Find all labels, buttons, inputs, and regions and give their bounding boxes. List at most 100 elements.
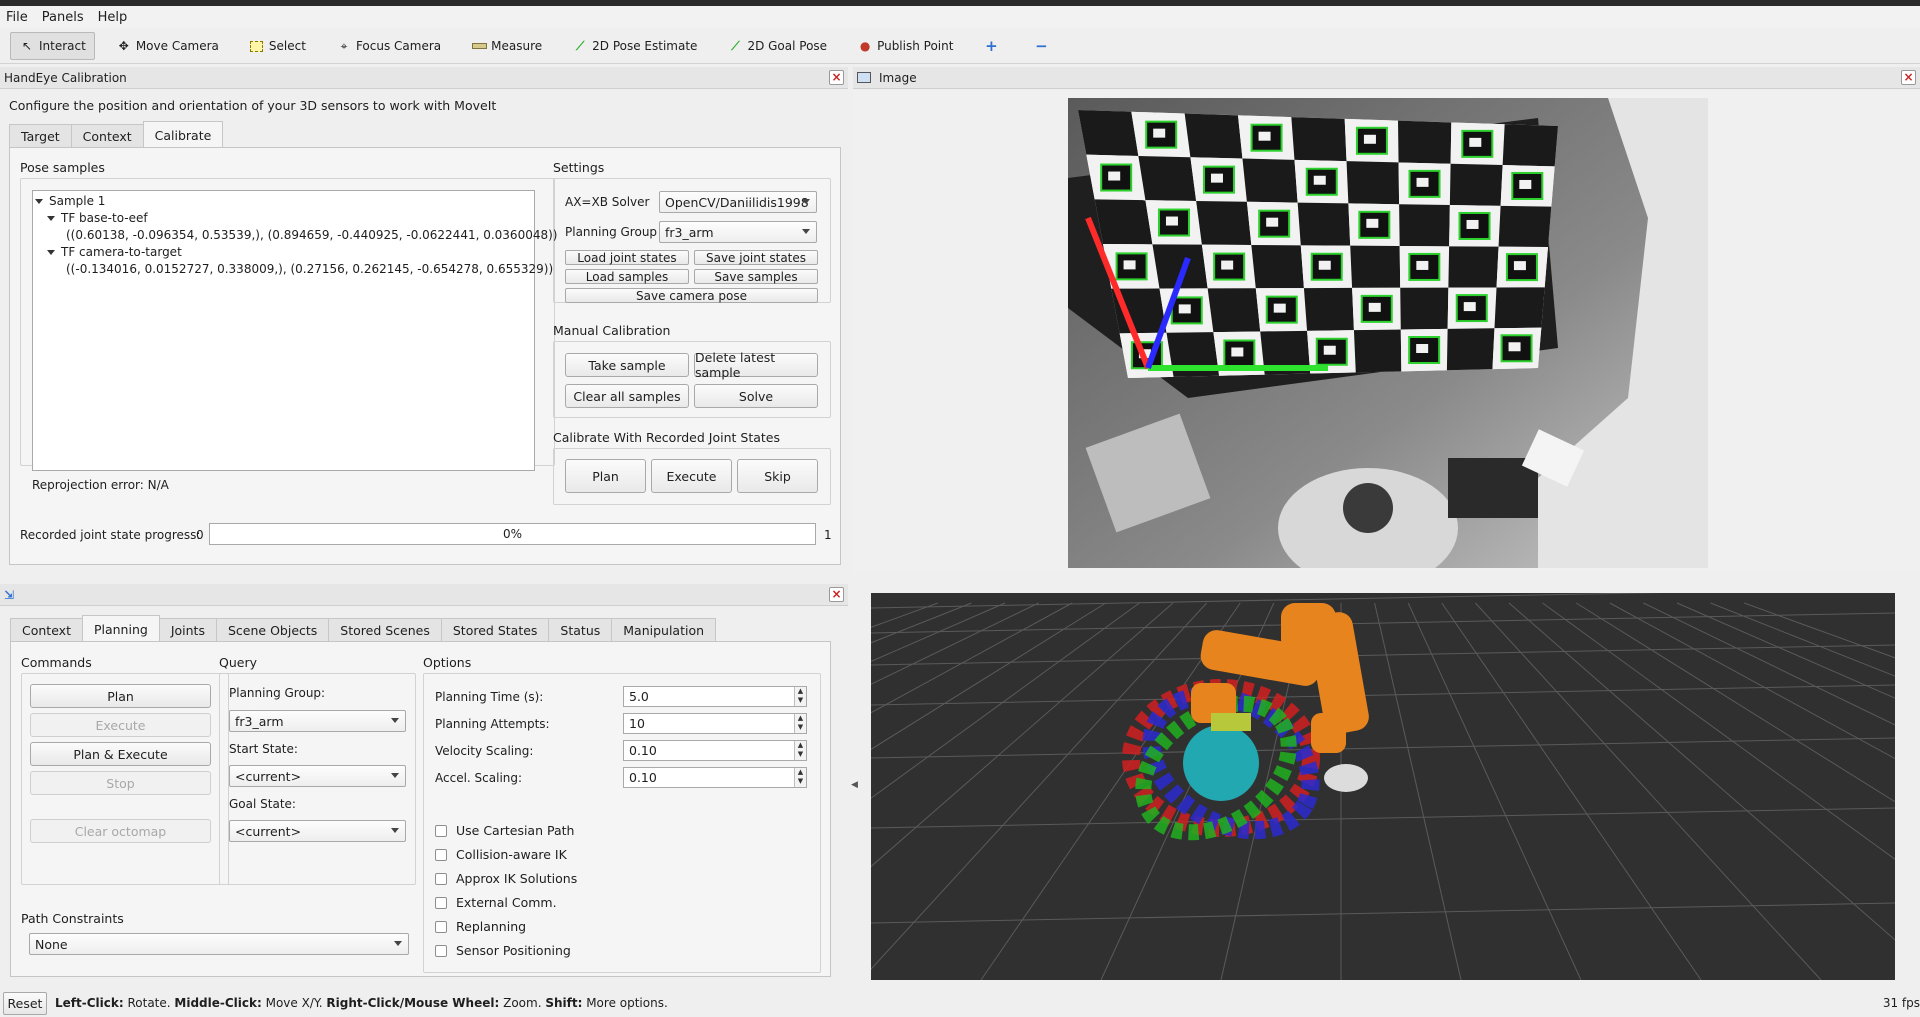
interact-tool[interactable]: ↖ Interact [10, 31, 95, 60]
solver-label: AX=XB Solver [565, 195, 650, 209]
tab-stored-scenes[interactable]: Stored Scenes [328, 618, 442, 642]
query-planning-group-select[interactable]: fr3_arm [229, 710, 406, 732]
approx-ik-checkbox[interactable]: Approx IK Solutions [435, 871, 577, 886]
use-cartesian-path-checkbox[interactable]: Use Cartesian Path [435, 823, 574, 838]
aruco-marker-pattern [1318, 260, 1331, 270]
plan-button[interactable]: Plan [30, 684, 211, 708]
sensor-positioning-checkbox[interactable]: Sensor Positioning [435, 943, 571, 958]
path-constraints-label: Path Constraints [21, 911, 124, 926]
goal-pose-tool[interactable]: ⟋ 2D Goal Pose [718, 32, 836, 60]
checker-square [1242, 158, 1298, 203]
stepper-icon[interactable]: ▲ ▼ [794, 741, 806, 760]
aruco-marker-pattern [1258, 131, 1271, 141]
goal-state-select[interactable]: <current> [229, 820, 406, 842]
tab-manipulation[interactable]: Manipulation [611, 618, 717, 642]
close-icon[interactable]: × [1901, 70, 1916, 85]
publish-point-tool[interactable]: ● Publish Point [848, 32, 962, 60]
progress-min: 0 [196, 528, 204, 542]
save-samples-button[interactable]: Save samples [694, 269, 818, 284]
focus-camera-tool[interactable]: ⌖ Focus Camera [327, 32, 450, 60]
planning-attempts-input[interactable]: 10 ▲ ▼ [623, 713, 807, 734]
tree-item-sample[interactable]: Sample 1 [35, 194, 105, 208]
aruco-marker-pattern [1108, 171, 1121, 181]
checker-square [1291, 117, 1347, 162]
velocity-scaling-input[interactable]: 0.10 ▲ ▼ [623, 740, 807, 761]
status-bar: Reset Left-Click: Rotate. Middle-Click: … [0, 990, 1920, 1017]
menu-panels[interactable]: Panels [42, 10, 84, 25]
measure-tool[interactable]: Measure [462, 32, 551, 60]
tab-context[interactable]: Context [70, 124, 144, 148]
handeye-tabs: Target Context Calibrate [9, 120, 224, 148]
recorded-plan-button[interactable]: Plan [565, 459, 646, 493]
stepper-icon[interactable]: ▲ ▼ [794, 768, 806, 787]
take-sample-button[interactable]: Take sample [565, 353, 689, 377]
checker-square [1446, 328, 1495, 371]
checker-square [1502, 124, 1558, 167]
tab-stored-states[interactable]: Stored States [440, 618, 550, 642]
calibrate-tab-content: Pose samples Sample 1 TF base-to-eef ((0… [9, 147, 841, 565]
collision-aware-ik-checkbox[interactable]: Collision-aware IK [435, 847, 567, 862]
planning-tab-content: Commands Plan Execute Plan & Execute Sto… [10, 641, 831, 977]
tree-item-tf-camera[interactable]: TF camera-to-target [47, 245, 182, 259]
tab-context[interactable]: Context [10, 618, 83, 642]
stepper-icon[interactable]: ▲ ▼ [794, 687, 806, 706]
load-samples-button[interactable]: Load samples [565, 269, 689, 284]
save-joint-states-button[interactable]: Save joint states [694, 250, 818, 265]
delete-latest-sample-button[interactable]: Delete latest sample [694, 350, 818, 380]
move-camera-tool[interactable]: ✥ Move Camera [107, 32, 228, 60]
tab-joints[interactable]: Joints [158, 618, 217, 642]
checker-square [1398, 120, 1452, 164]
pose-estimate-icon: ⟋ [575, 38, 585, 53]
chevron-down-icon [47, 250, 55, 255]
tab-target[interactable]: Target [9, 124, 72, 148]
tree-item-tf-base[interactable]: TF base-to-eef [47, 211, 148, 225]
add-tool-button[interactable]: + [974, 32, 1012, 60]
save-camera-pose-button[interactable]: Save camera pose [565, 288, 818, 303]
aruco-marker-pattern [1210, 173, 1223, 183]
progress-label: Recorded joint state progress: [20, 528, 201, 542]
close-icon[interactable]: × [829, 587, 844, 602]
solver-select[interactable]: OpenCV/Daniilidis1998 [659, 191, 817, 213]
collapse-left-arrow[interactable]: ◀ [851, 780, 858, 790]
stepper-icon[interactable]: ▲ ▼ [794, 714, 806, 733]
external-comm-checkbox[interactable]: External Comm. [435, 895, 557, 910]
select-tool[interactable]: Select [240, 32, 315, 60]
close-icon[interactable]: × [829, 70, 844, 85]
accel-scaling-input[interactable]: 0.10 ▲ ▼ [623, 767, 807, 788]
planning-time-input[interactable]: 5.0 ▲ ▼ [623, 686, 807, 707]
3d-render-view[interactable] [871, 593, 1895, 980]
replanning-checkbox[interactable]: Replanning [435, 919, 526, 934]
tab-status[interactable]: Status [548, 618, 613, 642]
load-joint-states-button[interactable]: Load joint states [565, 250, 689, 265]
pose-samples-tree[interactable]: Sample 1 TF base-to-eef ((0.60138, -0.09… [32, 190, 557, 471]
tab-planning[interactable]: Planning [81, 615, 160, 642]
tab-calibrate[interactable]: Calibrate [142, 121, 224, 148]
aruco-marker-pattern [1508, 342, 1521, 352]
tree-item-tf-base-value[interactable]: ((0.60138, -0.096354, 0.53539,), (0.8946… [66, 228, 557, 242]
clear-all-samples-button[interactable]: Clear all samples [565, 384, 689, 408]
aruco-marker-pattern [1416, 177, 1429, 187]
plan-and-execute-button[interactable]: Plan & Execute [30, 742, 211, 766]
clear-octomap-button[interactable]: Clear octomap [30, 819, 211, 843]
tree-item-tf-camera-value[interactable]: ((-0.134016, 0.0152727, 0.338009,), (0.2… [66, 262, 553, 276]
reset-button[interactable]: Reset [3, 992, 47, 1015]
recorded-execute-button[interactable]: Execute [651, 459, 732, 493]
query-label: Query [219, 655, 257, 670]
path-constraints-select[interactable]: None [29, 933, 409, 955]
menu-help[interactable]: Help [98, 10, 128, 25]
chevron-down-icon [47, 216, 55, 221]
solve-button[interactable]: Solve [694, 384, 818, 408]
pose-estimate-tool[interactable]: ⟋ 2D Pose Estimate [563, 32, 706, 60]
execute-button[interactable]: Execute [30, 713, 211, 737]
menu-file[interactable]: File [6, 10, 28, 25]
recorded-skip-button[interactable]: Skip [737, 459, 818, 493]
checker-square [1399, 204, 1450, 247]
tab-scene-objects[interactable]: Scene Objects [215, 618, 330, 642]
velocity-scaling-label: Velocity Scaling: [435, 744, 534, 758]
stop-button[interactable]: Stop [30, 771, 211, 795]
aruco-marker-pattern [1463, 302, 1476, 312]
remove-tool-button[interactable]: − [1024, 32, 1062, 60]
aruco-marker-pattern [1466, 219, 1479, 229]
start-state-select[interactable]: <current> [229, 765, 406, 787]
planning-group-select[interactable]: fr3_arm [659, 221, 817, 243]
